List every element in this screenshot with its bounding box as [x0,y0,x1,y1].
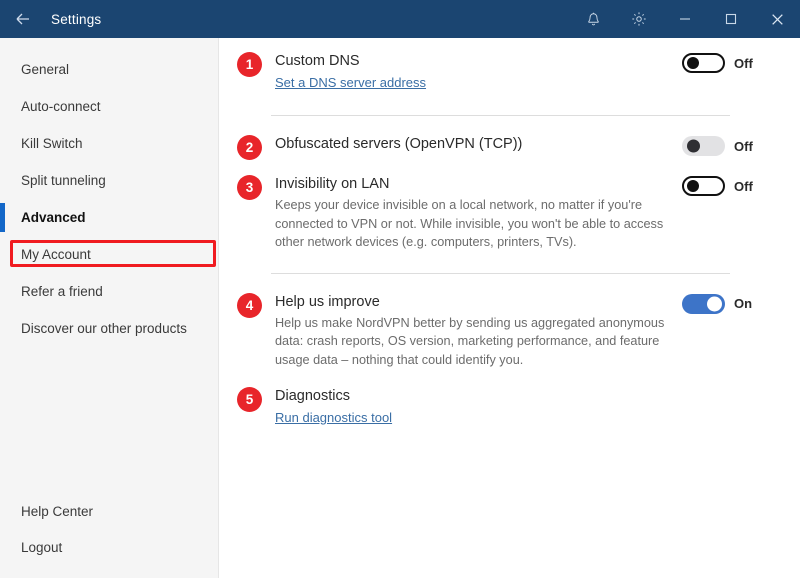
setting-title: Invisibility on LAN [275,176,390,192]
help-us-improve-toggle[interactable] [682,293,725,314]
invisibility-on-lan-toggle[interactable] [682,176,725,196]
sidebar-item-label: Logout [21,539,63,555]
step-badge: 4 [237,292,262,318]
setting-title: Custom DNS [275,53,360,69]
set-dns-server-address-link[interactable]: Set a DNS server address [275,73,426,92]
setting-title: Diagnostics [275,388,350,404]
sidebar-item-discover-products[interactable]: Discover our other products [0,310,218,347]
sidebar-item-label: Split tunneling [21,173,106,188]
obfuscated-servers-toggle-group[interactable]: Off [682,136,756,156]
sidebar-item-help-center[interactable]: Help Center [0,493,218,529]
gear-icon[interactable] [616,0,662,38]
help-us-improve-toggle-state: On [734,296,753,311]
help-us-improve-toggle-group[interactable]: On [682,293,756,314]
setting-title: Help us improve [275,293,380,310]
sidebar-item-label: Refer a friend [21,284,103,299]
sidebar-item-label: My Account [21,247,91,262]
invisibility-on-lan-toggle-state: Off [734,178,753,194]
toggle-knob [687,180,699,192]
setting-row-text: Diagnostics Run diagnostics tool [262,386,756,427]
toggle-knob [687,139,700,153]
setting-row-help-us-improve: 4 Help us improve Help us make NordVPN b… [219,292,756,370]
minimize-icon[interactable] [662,0,708,38]
sidebar-item-my-account[interactable]: My Account [0,236,218,273]
custom-dns-toggle-group[interactable]: Off [682,53,756,73]
run-diagnostics-tool-link[interactable]: Run diagnostics tool [275,408,392,427]
window-body: General Auto-connect Kill Switch Split t… [0,38,800,578]
setting-row-obfuscated-servers: 2 Obfuscated servers (OpenVPN (TCP)) Off [219,134,756,160]
invisibility-on-lan-toggle-group[interactable]: Off [682,176,756,196]
sidebar-item-logout[interactable]: Logout [0,529,218,565]
setting-row-invisibility-on-lan: 3 Invisibility on LAN Keeps your device … [219,174,756,252]
bell-icon[interactable] [570,0,616,38]
sidebar-item-label: Advanced [21,210,86,225]
close-icon[interactable] [754,0,800,38]
sidebar-item-label: Discover our other products [21,321,187,336]
title-bar: Settings [0,0,800,38]
obfuscated-servers-toggle-state: Off [734,138,753,154]
setting-description: Help us make NordVPN better by sending u… [275,315,665,367]
settings-window: Settings General Auto-connect Kill Switc… [0,0,800,578]
window-title: Settings [51,11,102,27]
setting-description: Keeps your device invisible on a local n… [275,198,664,249]
setting-row-text: Help us improve Help us make NordVPN bet… [262,292,682,370]
back-arrow-icon[interactable] [0,0,46,38]
step-badge: 3 [237,175,262,200]
sidebar-item-label: Kill Switch [21,136,83,151]
sidebar-item-general[interactable]: General [0,51,218,88]
sidebar-item-kill-switch[interactable]: Kill Switch [0,125,218,162]
setting-title: Obfuscated servers (OpenVPN (TCP)) [275,136,523,152]
step-badge: 2 [237,135,262,160]
setting-row-text: Obfuscated servers (OpenVPN (TCP)) [262,134,682,154]
setting-row-diagnostics: 5 Diagnostics Run diagnostics tool [219,386,756,427]
toggle-knob [707,296,722,311]
setting-row-custom-dns: 1 Custom DNS Set a DNS server address Of… [219,51,756,92]
section-divider [271,115,730,116]
sidebar: General Auto-connect Kill Switch Split t… [0,38,219,578]
sidebar-item-label: Auto-connect [21,99,101,114]
maximize-icon[interactable] [708,0,754,38]
setting-row-text: Invisibility on LAN Keeps your device in… [262,174,682,252]
sidebar-item-label: General [21,62,70,77]
toggle-knob [687,57,699,69]
section-divider [271,272,730,274]
setting-row-text: Custom DNS Set a DNS server address [262,51,682,92]
sidebar-item-split-tunneling[interactable]: Split tunneling [0,162,218,199]
sidebar-item-auto-connect[interactable]: Auto-connect [0,88,218,125]
settings-content: 1 Custom DNS Set a DNS server address Of… [219,38,800,578]
custom-dns-toggle-state: Off [734,55,753,71]
step-badge: 5 [237,387,262,412]
obfuscated-servers-toggle[interactable] [682,136,725,156]
sidebar-item-label: Help Center [21,503,94,519]
custom-dns-toggle[interactable] [682,53,725,73]
sidebar-bottom-group: Help Center Logout [0,493,218,578]
step-badge: 1 [237,52,262,77]
sidebar-item-refer-a-friend[interactable]: Refer a friend [0,273,218,310]
sidebar-item-advanced[interactable]: Advanced [0,199,218,236]
